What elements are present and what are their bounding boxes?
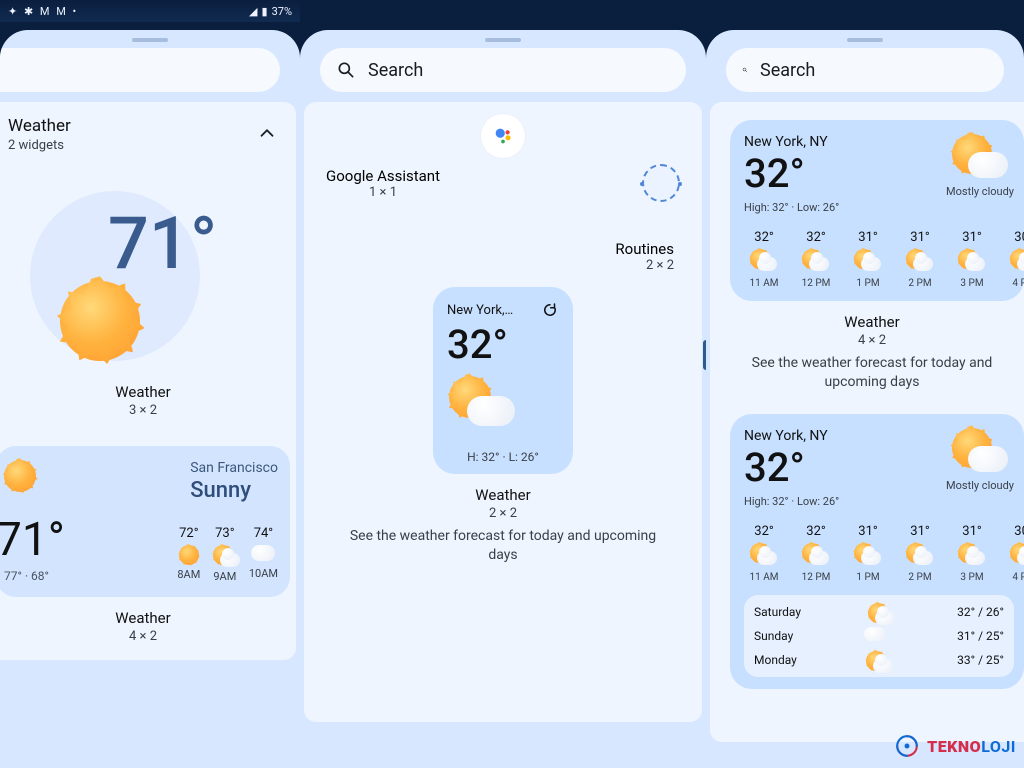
widget-size: 2 × 2 (314, 258, 674, 273)
cloud-icon (968, 152, 1008, 178)
chevron-up-icon[interactable] (256, 122, 278, 144)
cloud-icon (251, 545, 275, 561)
location-label: New York, NY (744, 134, 839, 150)
widget-name: Weather (720, 313, 1024, 331)
widget-name: Weather (0, 383, 286, 401)
widget-size: 3 × 2 (0, 403, 286, 418)
hour-label: 9AM (213, 570, 237, 583)
hour-item: 32° 11 AM (744, 524, 784, 583)
search-bar[interactable] (726, 48, 1004, 92)
hour-label: 8AM (177, 568, 201, 581)
hourly-forecast: 72° 8AM 73° 9AM 74° 10AM (177, 526, 278, 583)
widget-size: 1 × 1 (326, 185, 440, 200)
location-label: New York, NY (744, 428, 839, 444)
drag-handle[interactable] (132, 38, 168, 42)
widget-name: Weather (314, 486, 692, 504)
widget-name: Google Assistant (326, 167, 440, 185)
weather-widget-2x2[interactable]: New York,… 32° H: 32° · L: 26° (433, 287, 573, 474)
hour-item: 31° 2 PM (900, 524, 940, 583)
search-bar[interactable] (320, 48, 686, 92)
hour-item: 31° 1 PM (848, 524, 888, 583)
section-title: Weather (8, 116, 71, 136)
drag-handle[interactable] (847, 38, 883, 42)
daily-forecast: Saturday 32° / 26° Sunday 31° / 25° Mond… (744, 595, 1014, 677)
hourly-forecast: 32° 11 AM 32° 12 PM 31° 1 PM 31° 2 PM 31… (744, 524, 1014, 583)
sun-icon (4, 460, 36, 492)
location-label: New York,… (447, 303, 513, 318)
search-input[interactable] (0, 60, 264, 81)
temperature-value: 32° (447, 321, 559, 368)
sun-icon (60, 281, 140, 361)
search-icon (336, 60, 356, 80)
cloud-icon (968, 446, 1008, 472)
hour-item: 31° 1 PM (848, 230, 888, 289)
temperature-value: 32° (744, 150, 839, 197)
high-low-label: 77° · 68° (4, 569, 65, 583)
day-row: Sunday 31° / 25° (754, 627, 1004, 645)
search-input[interactable] (368, 60, 670, 81)
location-label: San Francisco (190, 460, 278, 476)
search-input[interactable] (760, 60, 988, 81)
hour-item: 32° 12 PM (796, 524, 836, 583)
hour-item: 32° 11 AM (744, 230, 784, 289)
status-bar: ✦ ✱ M M • ◢ ▮ 37% (0, 0, 300, 22)
section-subtitle: 2 widgets (8, 138, 71, 153)
hour-item: 30° 4 PM (1004, 230, 1024, 289)
day-row: Saturday 32° / 26° (754, 603, 1004, 621)
hour-item: 31° 3 PM (952, 230, 992, 289)
hour-item: 32° 12 PM (796, 230, 836, 289)
cloud-icon (220, 553, 240, 567)
signal-icon: ◢ (249, 5, 257, 18)
condition-label: Sunny (190, 478, 278, 503)
condition-label: Mostly cloudy (946, 479, 1014, 492)
search-bar[interactable] (0, 48, 280, 92)
hour-item: 31° 3 PM (952, 524, 992, 583)
hour-item: 72° 8AM (177, 526, 201, 583)
weather-widget-4x2-forecast[interactable]: New York, NY 32° High: 32° · Low: 26° Mo… (730, 120, 1024, 301)
battery-icon: ▮ (262, 5, 268, 18)
temperature-value: 32° (744, 444, 839, 491)
widget-size: 4 × 2 (720, 333, 1024, 348)
routines-icon[interactable] (642, 164, 680, 202)
widget-name: Weather (0, 609, 286, 627)
weather-widget-4x2[interactable]: San Francisco Sunny 71° 77° · 68° 72° 8A… (0, 446, 290, 597)
weather-widget-3x2[interactable]: 71° (30, 171, 230, 371)
sun-icon (179, 545, 199, 565)
hour-item: 31° 2 PM (900, 230, 940, 289)
assistant-widget-1x1[interactable] (481, 114, 525, 158)
widget-name: Routines (314, 240, 674, 258)
widget-size: 4 × 2 (0, 629, 286, 644)
widget-description: See the weather forecast for today and u… (314, 527, 692, 565)
battery-percent: 37% (272, 5, 292, 18)
refresh-icon[interactable] (541, 301, 559, 319)
high-low-label: High: 32° · Low: 26° (744, 495, 839, 508)
status-left-icons: ✦ ✱ M M • (8, 5, 78, 18)
section-header-weather[interactable]: Weather 2 widgets (0, 110, 286, 163)
hour-item: 74° 10AM (249, 526, 278, 583)
cloud-icon (467, 396, 515, 426)
hourly-forecast: 32° 11 AM 32° 12 PM 31° 1 PM 31° 2 PM 31… (744, 230, 1014, 289)
hour-item: 73° 9AM (213, 526, 237, 583)
hour-item: 30° 4 PM (1004, 524, 1024, 583)
search-icon (742, 60, 748, 80)
high-low-label: High: 32° · Low: 26° (744, 201, 839, 214)
hour-label: 10AM (249, 567, 278, 580)
widget-size: 2 × 2 (314, 506, 692, 521)
temperature-value: 71° (108, 201, 217, 286)
widget-description: See the weather forecast for today and u… (720, 354, 1024, 392)
high-low-label: H: 32° · L: 26° (447, 450, 559, 464)
condition-label: Mostly cloudy (946, 185, 1014, 198)
temperature-value: 71° (0, 513, 65, 567)
weather-widget-4x3-forecast[interactable]: New York, NY 32° High: 32° · Low: 26° Mo… (730, 414, 1024, 689)
drag-handle[interactable] (485, 38, 521, 42)
day-row: Monday 33° / 25° (754, 651, 1004, 669)
google-assistant-icon (492, 125, 514, 147)
